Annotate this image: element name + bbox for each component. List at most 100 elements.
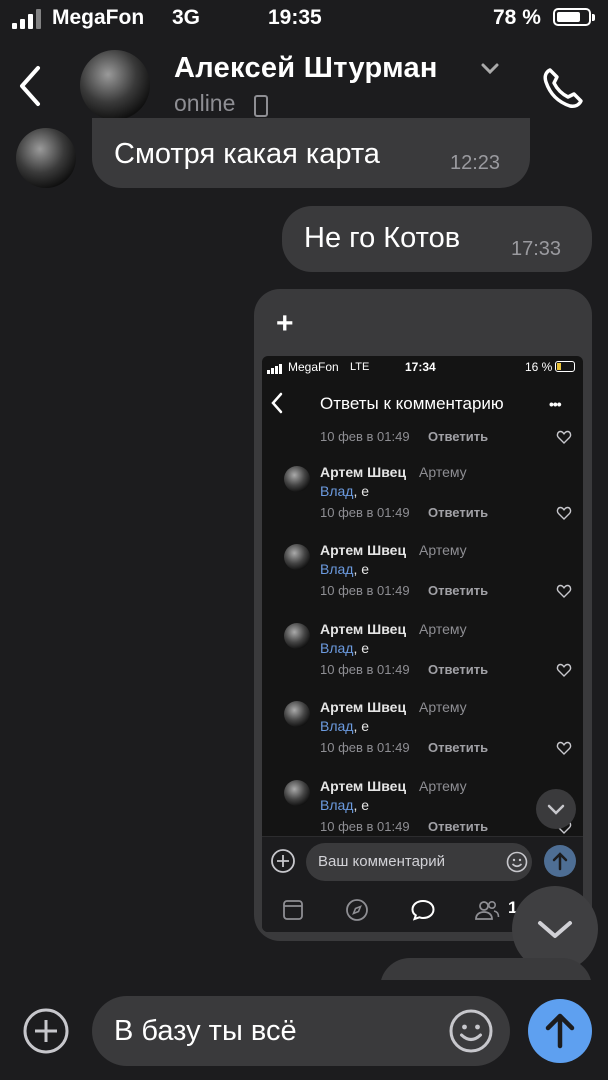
message-time: 17:33 [511,238,562,260]
reply-date: 10 фев в 01:49 [320,583,410,599]
reply-row: Артем Швец Артему Влад, е 10 фев в 01:49 Отв… [284,464,575,530]
inner-send-button [544,845,576,877]
battery-icon [553,8,591,26]
inner-reply-link: Ответить [428,429,489,444]
message-input[interactable]: В базу ты всё [92,996,510,1066]
inner-more-icon: ••• [549,396,562,412]
reply-author: Артем Швец [320,464,407,480]
reply-to: Артему [419,777,467,794]
reply-link: Ответить [428,818,489,834]
message-time: 12:23 [450,152,501,174]
reply-rest: , е [353,718,370,735]
heart-icon [556,430,572,444]
reply-to: Артему [419,542,467,559]
reply-text: Влад, е [320,718,369,734]
reply-avatar [284,779,310,806]
emoji-button[interactable] [448,1008,494,1054]
reply-rest: , е [353,639,370,656]
reply-mention: Влад [320,561,354,578]
reply-link: Ответить [428,661,489,677]
reply-date: 10 фев в 01:49 [320,661,410,677]
message-avatar[interactable] [16,128,76,188]
inner-battery-icon [555,361,575,372]
inner-back-button [270,392,284,414]
reply-text: Влад, е [320,797,369,813]
inner-network: LTE [350,361,370,373]
inner-carrier: MegaFon [288,360,339,374]
reply-author: Артем Швец [320,699,407,716]
carrier-label: MegaFon [52,6,145,29]
send-button[interactable] [528,999,592,1063]
reply-avatar [284,466,310,492]
send-icon [545,1013,575,1049]
reply-link: Ответить [428,583,489,599]
reply-mention: Влад [320,718,354,735]
reply-text: Влад, е [320,483,369,499]
smile-icon [449,1009,493,1053]
contact-status: online [174,90,236,116]
mobile-device-icon [254,95,268,117]
reply-row: Артем Швец Артему Влад, е 10 фев в 01:49 Отв… [284,778,575,844]
chevron-down-icon[interactable] [480,62,500,76]
heart-icon [556,506,572,520]
reply-date: 10 фев в 01:49 [320,740,410,756]
reply-row: Артем Швец Артему Влад, е 10 фев в 01:49 Отв… [284,621,575,687]
reply-author: Артем Швец [320,620,407,637]
clock: 19:35 [268,6,322,29]
heart-icon [556,741,572,756]
inner-comment-bar: Ваш комментарий [262,836,583,889]
reply-text: Влад, е [320,640,369,656]
reply-link: Ответить [428,740,489,756]
reply-to: Артему [419,620,467,637]
inner-comment-placeholder: Ваш комментарий [318,853,446,870]
contact-avatar[interactable] [80,50,150,120]
friends-tab-icon [475,900,500,920]
embedded-screenshot: MegaFon LTE 17:34 16 % Ответы к коммента… [262,356,583,932]
reply-rest: , е [353,796,370,813]
reply-mention: Влад [320,796,354,813]
plus-label: + [276,307,294,340]
reply-avatar [284,701,310,728]
message-input-value: В базу ты всё [114,1015,297,1047]
network-label: 3G [172,6,201,29]
reply-date: 10 фев в 01:49 [320,818,410,834]
inner-comment-input: Ваш комментарий [306,843,532,881]
battery-percent: 78 % [493,6,541,29]
reply-row: Артем Швец Артему Влад, е 10 фев в 01:49 Отв… [284,699,575,765]
messages-tab-icon [411,899,435,921]
inner-first-meta: 10 фев в 01:49 Ответить [320,429,575,447]
inner-title: Ответы к комментарию [320,394,504,413]
status-bar: MegaFon 3G 19:35 78 % [0,0,608,40]
back-icon [20,66,40,106]
reply-author: Артем Швец [320,542,407,559]
send-icon [552,852,568,871]
reply-link: Ответить [428,505,489,520]
compass-icon [346,899,368,921]
reply-rest: , е [353,561,370,578]
message-text: Не го Котов [304,222,461,254]
reply-date: 10 фев в 01:49 [320,505,410,520]
contact-name[interactable]: Алексей Штурман [174,52,438,85]
call-button[interactable] [538,64,586,112]
phone-icon [543,68,583,108]
message-bubble-outgoing[interactable]: Не го Котов 17:33 [282,206,592,272]
inner-clock: 17:34 [405,360,436,374]
message-text: Смотря какая карта [114,138,380,170]
heart-icon [556,663,572,677]
attach-button[interactable] [22,1007,70,1055]
inner-date: 10 фев в 01:49 [320,429,410,444]
news-tab-icon [283,900,303,920]
message-bubble-incoming[interactable]: Смотря какая карта 12:23 [92,118,530,188]
reply-rest: , е [353,483,370,499]
reply-author: Артем Швец [320,777,407,794]
back-button[interactable] [14,64,50,108]
battery-tip [592,14,595,21]
reply-mention: Влад [320,639,354,656]
reply-avatar [284,622,310,649]
inner-battery-percent: 16 % [525,360,553,374]
reply-avatar [284,544,310,571]
reply-mention: Влад [320,483,354,499]
reply-row: Артем Швец Артему Влад, е 10 фев в 01:49 Отв… [284,542,575,608]
reply-to: Артему [419,699,467,716]
smile-icon [506,851,528,873]
